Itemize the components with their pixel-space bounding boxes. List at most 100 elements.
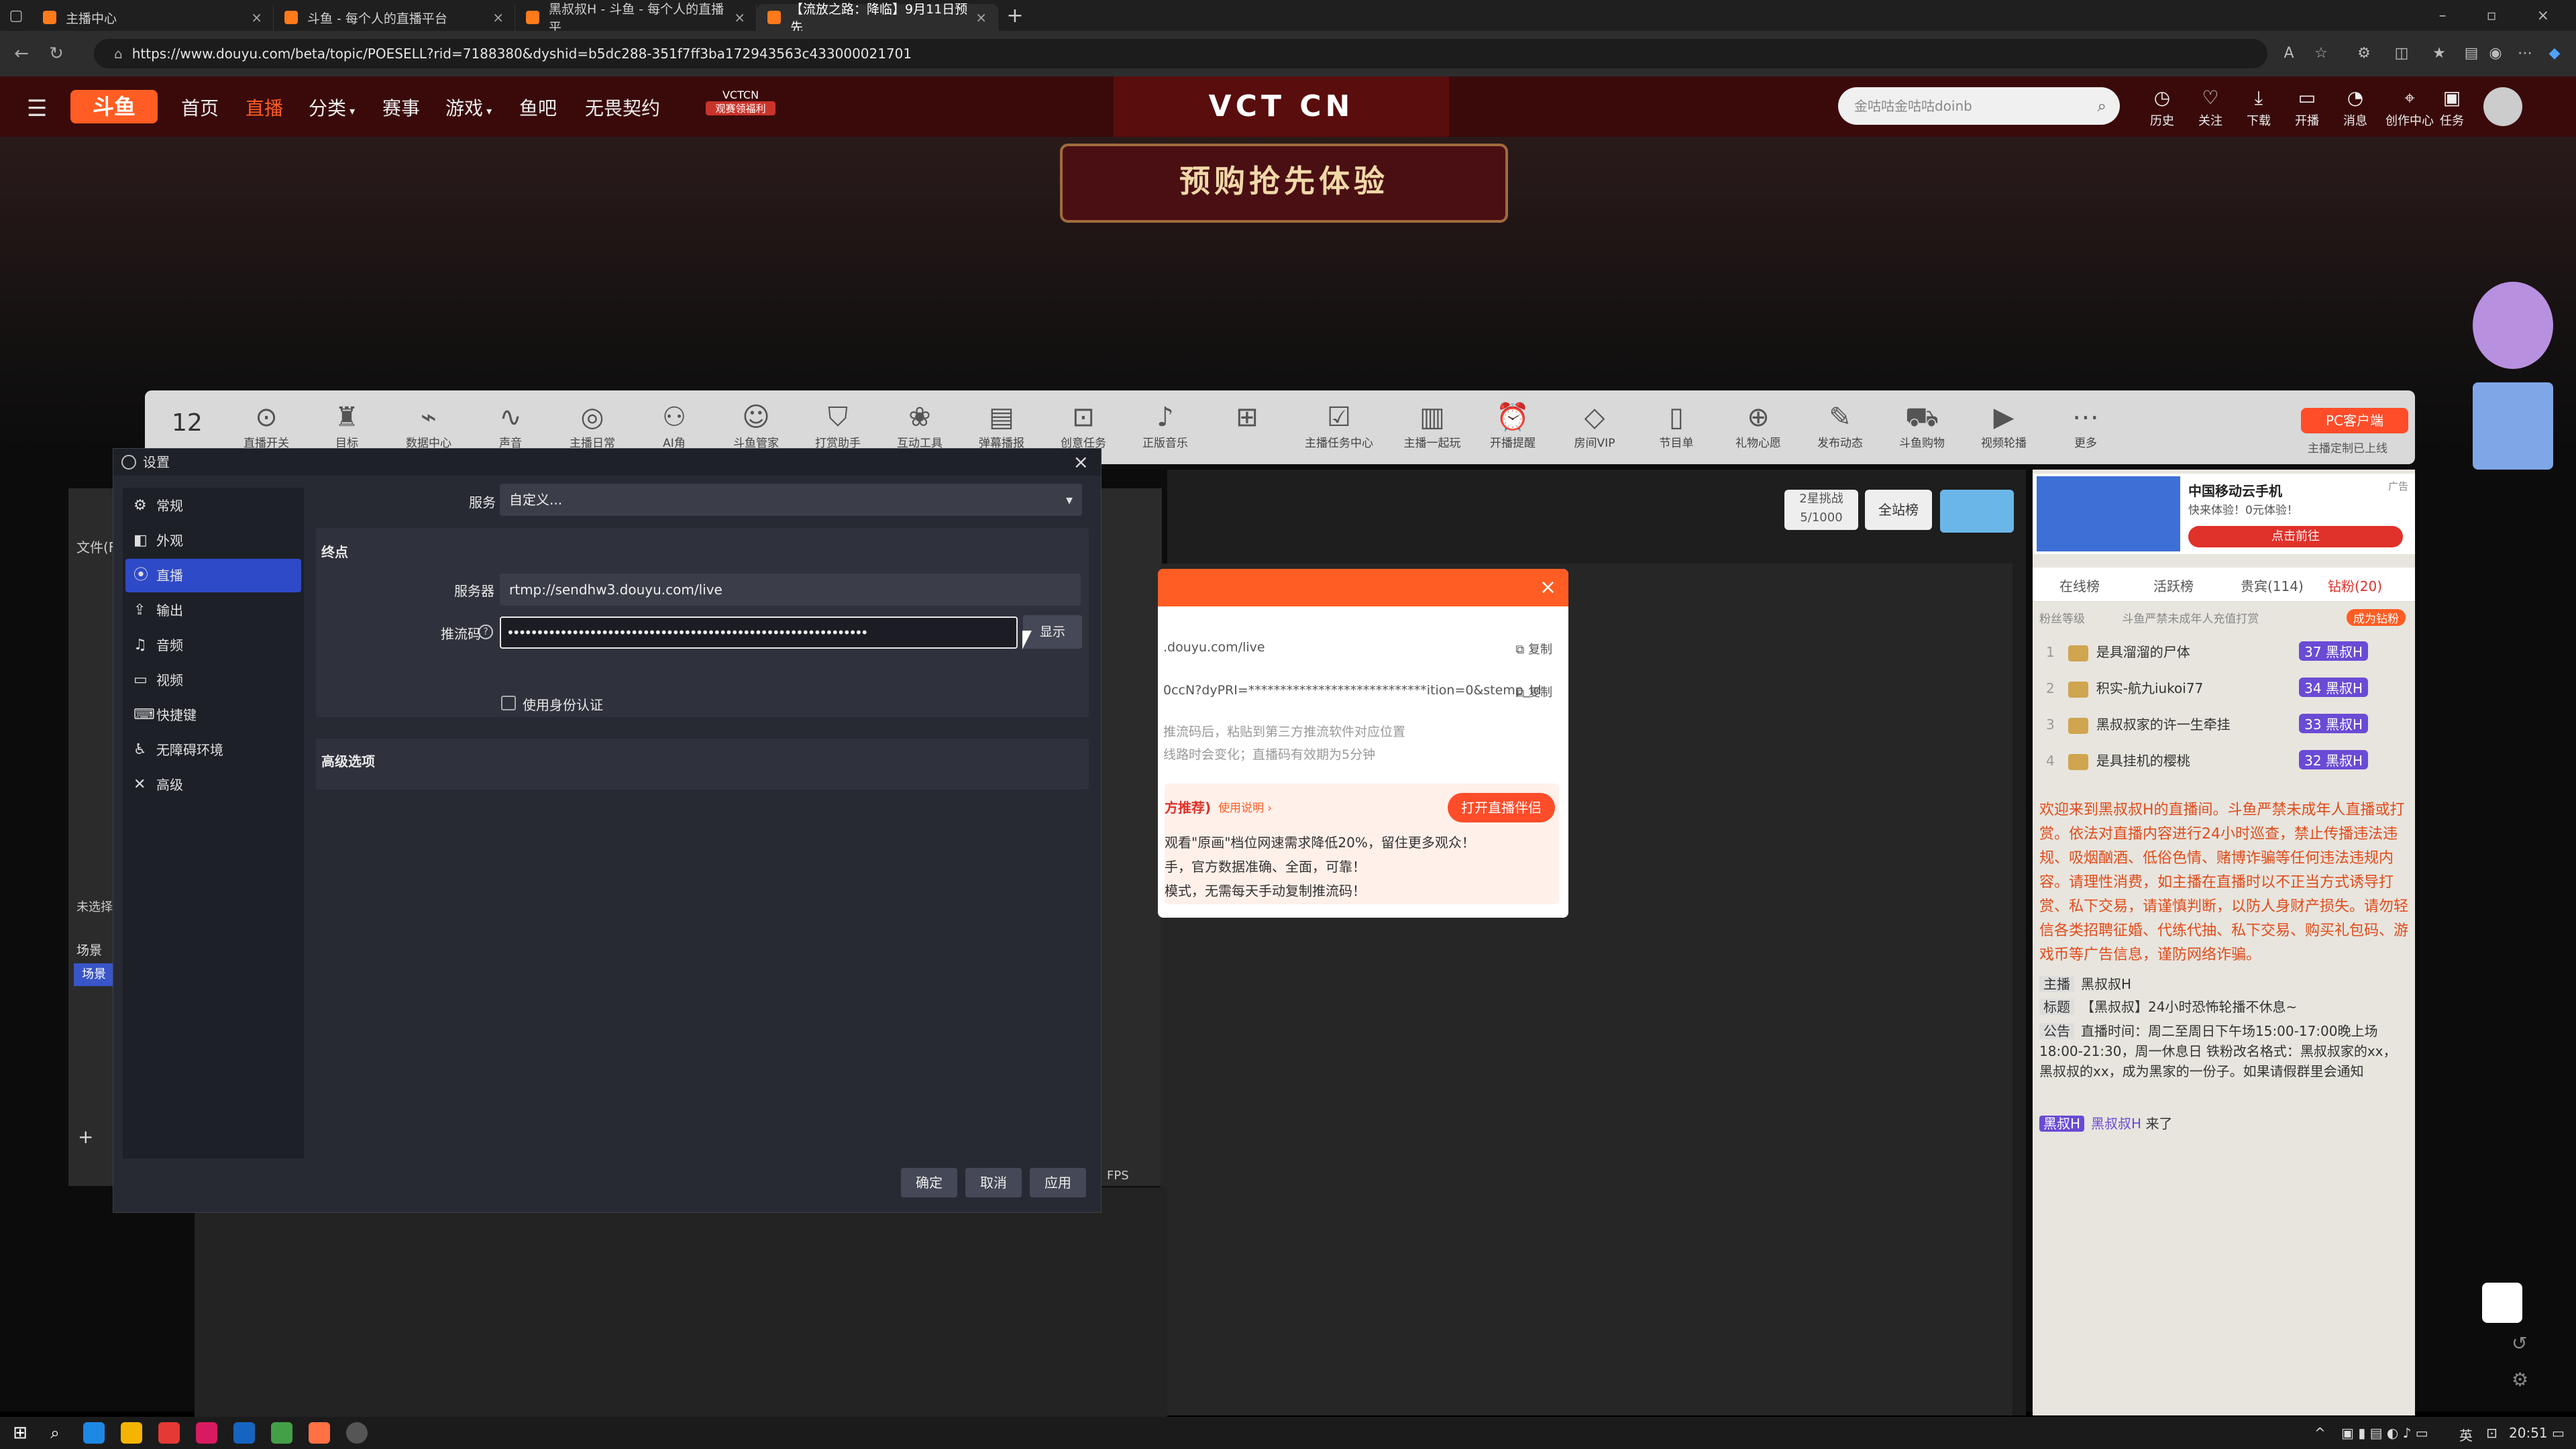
sidebar-item-output[interactable]: ⇪ 输出: [125, 594, 301, 627]
rank-row[interactable]: 3 黑叔叔家的许一生牵挂 33 黑叔H: [2046, 714, 2408, 746]
sidebar-item-appearance[interactable]: ◧ 外观: [125, 524, 301, 557]
nav-home[interactable]: 首页: [181, 94, 219, 121]
collections-icon[interactable]: ▤: [2458, 40, 2485, 67]
vct-banner[interactable]: VCT CN: [1114, 76, 1449, 137]
apply-button[interactable]: 应用: [1030, 1168, 1086, 1197]
douyu-logo[interactable]: 斗鱼: [70, 90, 158, 123]
copy-server-button[interactable]: ⧉ 复制: [1515, 640, 1552, 657]
read-aloud-icon[interactable]: A: [2275, 40, 2302, 67]
nav-live[interactable]: 直播: [246, 94, 283, 121]
split-screen-icon[interactable]: ◫: [2388, 40, 2415, 67]
close-tab-icon[interactable]: ×: [734, 9, 745, 25]
header-messages[interactable]: ◔ 消息: [2334, 85, 2376, 131]
maximize-icon[interactable]: ▫: [2487, 7, 2497, 24]
tool-item[interactable]: ☑ 主播任务中心: [1292, 401, 1386, 450]
browser-tab[interactable]: 黑叔叔H - 斗鱼 - 每个人的直播平 ×: [515, 2, 757, 35]
howto-link[interactable]: 使用说明 ›: [1218, 798, 1272, 815]
file-explorer-icon[interactable]: [121, 1422, 142, 1444]
challenge-badge[interactable]: 2星挑战 5/1000: [1784, 490, 1858, 530]
tool-item[interactable]: ▯ 节目单: [1640, 401, 1713, 450]
windows-start-icon[interactable]: ⊞: [9, 1422, 31, 1444]
tool-item[interactable]: ⛟ 斗鱼购物: [1885, 401, 1959, 450]
ok-button[interactable]: 确定: [901, 1168, 957, 1197]
tool-item[interactable]: ♪ 正版音乐: [1128, 401, 1202, 450]
tool-item[interactable]: ❀ 互动工具: [883, 401, 957, 450]
sidebar-item-general[interactable]: ⚙ 常规: [125, 489, 301, 523]
tool-item[interactable]: ⊡ 创意任务: [1046, 401, 1120, 450]
tool-item[interactable]: ⛉ 打赏助手: [801, 401, 875, 450]
tray-chevron-icon[interactable]: ^: [2314, 1425, 2326, 1441]
sidebar-item-video[interactable]: ▭ 视频: [125, 663, 301, 697]
tab-active-rank[interactable]: 活跃榜: [2153, 576, 2194, 595]
search-icon[interactable]: ⌕: [44, 1422, 66, 1444]
obs-taskbar-icon[interactable]: [346, 1422, 368, 1444]
add-scene-icon[interactable]: +: [78, 1126, 93, 1148]
tool-item[interactable]: ⊕ 礼物心愿: [1721, 401, 1795, 450]
vct-promo[interactable]: VCTCN 观赛领福利: [706, 89, 775, 115]
fan-feedback-button[interactable]: [2482, 1283, 2522, 1323]
settings-gear-icon[interactable]: ⚙: [2512, 1368, 2528, 1391]
tool-item[interactable]: ◎ 主播日常: [555, 401, 629, 450]
search-input[interactable]: 金咕咕金咕咕doinb ⌕: [1838, 87, 2120, 125]
presale-banner[interactable]: 预购抢先体验: [1060, 144, 1508, 223]
minimize-icon[interactable]: –: [2439, 7, 2447, 24]
tool-item[interactable]: ⋯ 更多: [2049, 401, 2123, 450]
nav-category[interactable]: 分类 ▾: [309, 94, 355, 121]
header-history[interactable]: ◷ 历史: [2141, 85, 2183, 131]
favorites-icon[interactable]: ★: [2426, 40, 2453, 67]
ime-indicator[interactable]: 英: [2459, 1425, 2473, 1444]
tool-item[interactable]: ⊞: [1210, 401, 1284, 433]
show-key-button[interactable]: 显示: [1023, 615, 1082, 649]
nav-games[interactable]: 游戏 ▾: [445, 94, 492, 121]
server-field[interactable]: rtmp://sendhw3.douyu.com/live: [500, 574, 1081, 606]
sidebar-item-stream[interactable]: ⦿ 直播: [125, 559, 301, 592]
ad-button[interactable]: 点击前往: [2188, 526, 2403, 547]
user-avatar[interactable]: [2483, 87, 2522, 126]
profile-avatar-icon[interactable]: ◉: [2482, 40, 2509, 67]
header-follow[interactable]: ♡ 关注: [2190, 85, 2231, 131]
network-icon[interactable]: ⊡: [2486, 1425, 2498, 1441]
header-download[interactable]: ⤓ 下载: [2238, 85, 2279, 131]
help-icon[interactable]: ?: [478, 625, 493, 639]
browser-tab[interactable]: 斗鱼 - 每个人的直播平台 ×: [274, 4, 515, 31]
extensions-icon[interactable]: ⚙: [2351, 40, 2377, 67]
edge-browser-icon[interactable]: [83, 1422, 105, 1444]
tool-item[interactable]: ♜ 目标: [310, 401, 384, 450]
sidebar-item-audio[interactable]: ♫ 音频: [125, 629, 301, 662]
clock[interactable]: 20:51: [2509, 1425, 2548, 1441]
tool-item[interactable]: ✎ 发布动态: [1803, 401, 1877, 450]
all-station-rank[interactable]: 全站榜: [1865, 490, 1932, 530]
stream-key-field[interactable]: ••••••••••••••••••••••••••••••••••••••••…: [500, 616, 1018, 649]
tool-item[interactable]: ⌁ 数据中心: [392, 401, 466, 450]
browser-tab-active[interactable]: 【流放之路：降临】9月11日预先 ×: [757, 2, 998, 35]
sidebar-item-accessibility[interactable]: ♿ 无障碍环境: [125, 733, 301, 767]
close-tab-icon[interactable]: ×: [251, 9, 262, 25]
favorite-star-icon[interactable]: ☆: [2308, 40, 2334, 67]
app-pink-icon[interactable]: [196, 1422, 217, 1444]
login-gift-badge[interactable]: [1940, 490, 2014, 533]
nav-fishbar[interactable]: 鱼吧: [519, 94, 557, 121]
obs-scene-item[interactable]: 场景: [74, 963, 114, 986]
menu-icon[interactable]: ☰: [27, 95, 47, 122]
close-tab-icon[interactable]: ×: [975, 9, 987, 25]
tool-item[interactable]: ⊙ 直播开关: [229, 401, 303, 450]
close-icon[interactable]: ×: [1073, 449, 1089, 476]
close-tab-icon[interactable]: ×: [492, 9, 504, 25]
copy-key-button[interactable]: ⧉ 复制: [1515, 683, 1552, 700]
sidebar-item-hotkeys[interactable]: ⌨ 快捷键: [125, 698, 301, 732]
service-select[interactable]: 自定义... ▾: [500, 484, 1082, 516]
tool-item[interactable]: ▶ 视频轮播: [1967, 401, 2041, 450]
tab-online-rank[interactable]: 在线榜: [2059, 576, 2100, 595]
tab-vip[interactable]: 贵宾(114): [2241, 576, 2304, 595]
tool-item[interactable]: ⚇ AI角: [637, 401, 711, 450]
browser-tab[interactable]: 主播中心 ×: [32, 4, 274, 31]
ad-card[interactable]: 中国移动云手机 快来体验！0元体验！ 点击前往 广告: [2033, 474, 2415, 554]
douyu-app-icon[interactable]: [309, 1422, 330, 1444]
header-broadcast[interactable]: ▭ 开播: [2286, 85, 2328, 131]
tab-actions-icon[interactable]: ▢: [0, 7, 32, 24]
tool-item[interactable]: ☺ 斗鱼管家: [719, 401, 793, 450]
nav-events[interactable]: 赛事: [382, 94, 420, 121]
tool-item[interactable]: ∿ 声音: [474, 401, 547, 450]
tool-item[interactable]: ▥ 主播一起玩: [1389, 401, 1476, 450]
rank-row[interactable]: 2 积实-航九iukoi77 34 黑叔H: [2046, 678, 2408, 710]
